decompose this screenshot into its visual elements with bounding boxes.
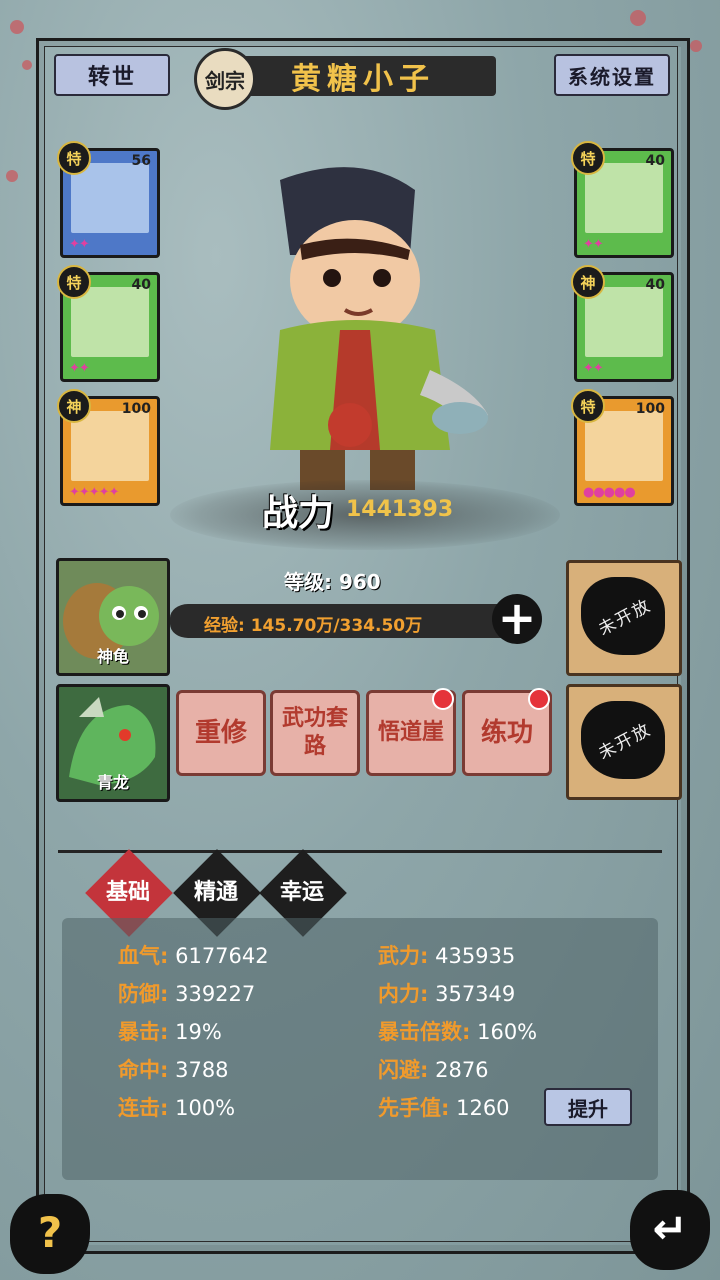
back-button[interactable]: ↵ xyxy=(630,1190,710,1270)
stat-value: 3788 xyxy=(175,1058,229,1082)
exp-text: 经验: 145.70万/334.50万 xyxy=(204,616,423,636)
add-exp-button[interactable]: + xyxy=(492,594,542,644)
stat-value: 339227 xyxy=(175,982,256,1006)
ring-icon xyxy=(71,411,149,481)
stat-right-3: 闪避: 2876 xyxy=(378,1054,489,1084)
locked-slot[interactable]: 未开放 xyxy=(566,684,682,800)
stat-right-4: 先手值: 1260 xyxy=(378,1092,510,1122)
stat-value: 6177642 xyxy=(175,944,269,968)
item-level: 56 xyxy=(131,153,151,169)
tab-basic-label: 基础 xyxy=(105,880,150,905)
equipment-slot-right-1[interactable]: 神 40 ✦✦ xyxy=(571,265,674,382)
help-icon: ? xyxy=(37,1208,63,1257)
stat-left-3: 命中: 3788 xyxy=(118,1054,229,1084)
pet-turtle[interactable]: 神龟 xyxy=(56,558,170,676)
blossom-decoration xyxy=(6,170,18,182)
armor-icon xyxy=(71,287,149,357)
boots-icon xyxy=(585,411,663,481)
stat-value: 357349 xyxy=(435,982,516,1006)
skill-label: 武功套路 xyxy=(281,706,348,759)
equipment-slot-left-0[interactable]: 特 56 ✦✦ xyxy=(57,141,160,258)
locked-slot[interactable]: 未开放 xyxy=(566,560,682,676)
item-stars: ✦✦ xyxy=(69,237,90,252)
stat-key: 命中: xyxy=(118,1058,169,1082)
sword-icon xyxy=(71,163,149,233)
item-level: 100 xyxy=(121,401,151,417)
stat-key: 先手值: xyxy=(378,1096,450,1120)
equipment-slot-right-2[interactable]: 特 100 ●●●●● xyxy=(571,389,674,506)
item-level: 40 xyxy=(131,277,151,293)
combat-power-label: 战力 xyxy=(262,493,335,534)
item-tag: 特 xyxy=(571,389,605,423)
notification-dot xyxy=(528,688,550,710)
stat-key: 闪避: xyxy=(378,1058,429,1082)
back-icon: ↵ xyxy=(652,1204,688,1253)
notification-dot xyxy=(432,688,454,710)
settings-button[interactable]: 系统设置 xyxy=(554,54,670,96)
level-text: 等级: 960 xyxy=(284,570,381,594)
combat-power-value: 1441393 xyxy=(346,497,454,522)
pet-dragon[interactable]: 青龙 xyxy=(56,684,170,802)
item-tag: 特 xyxy=(57,265,91,299)
item-stars: ✦✦ xyxy=(69,361,90,376)
stat-value: 1260 xyxy=(456,1096,510,1120)
stat-value: 2876 xyxy=(435,1058,489,1082)
stat-key: 防御: xyxy=(118,982,169,1006)
equipment-slot-left-1[interactable]: 特 40 ✦✦ xyxy=(57,265,160,382)
blossom-decoration xyxy=(22,60,32,70)
item-stars: ●●●●● xyxy=(583,485,636,500)
gourd-icon xyxy=(585,287,663,357)
item-level: 40 xyxy=(645,277,665,293)
tab-luck-label: 幸运 xyxy=(279,880,324,905)
item-tag: 神 xyxy=(57,389,91,423)
item-stars: ✦✦ xyxy=(583,237,604,252)
stat-value: 435935 xyxy=(435,944,516,968)
skill-retrain-button[interactable]: 重修 xyxy=(176,690,266,776)
stat-key: 内力: xyxy=(378,982,429,1006)
item-tag: 特 xyxy=(57,141,91,175)
item-stars: ✦✦ xyxy=(583,361,604,376)
stat-value: 100% xyxy=(175,1096,236,1120)
player-name: 黄糖小子 xyxy=(230,56,496,97)
hat-icon xyxy=(585,163,663,233)
blossom-decoration xyxy=(630,10,646,26)
stat-left-2: 暴击: 19% xyxy=(118,1016,222,1046)
tab-mastery-label: 精通 xyxy=(193,880,238,905)
stat-left-4: 连击: 100% xyxy=(118,1092,235,1122)
stat-key: 连击: xyxy=(118,1096,169,1120)
skill-label: 重修 xyxy=(194,718,247,748)
item-tag: 特 xyxy=(571,141,605,175)
stat-right-1: 内力: 357349 xyxy=(378,978,515,1008)
equipment-slot-left-2[interactable]: 神 100 ✦✦✦✦✦ xyxy=(57,389,160,506)
pet-name: 神龟 xyxy=(96,647,129,666)
hero-character xyxy=(270,167,488,490)
stat-right-2: 暴击倍数: 160% xyxy=(378,1016,537,1046)
item-level: 100 xyxy=(635,401,665,417)
stat-right-0: 武力: 435935 xyxy=(378,940,515,970)
sect-badge: 剑宗 xyxy=(194,48,256,110)
stat-key: 武力: xyxy=(378,944,429,968)
stat-value: 160% xyxy=(477,1020,538,1044)
stat-value: 19% xyxy=(175,1020,222,1044)
stat-key: 暴击倍数: xyxy=(378,1020,471,1044)
blossom-decoration xyxy=(690,40,702,52)
skill-label: 悟道崖 xyxy=(377,720,444,745)
stat-key: 血气: xyxy=(118,944,169,968)
item-stars: ✦✦✦✦✦ xyxy=(69,485,119,500)
equipment-slot-right-0[interactable]: 特 40 ✦✦ xyxy=(571,141,674,258)
skill-martial-arts-button[interactable]: 武功套路 xyxy=(270,690,360,776)
stat-key: 暴击: xyxy=(118,1020,169,1044)
rebirth-button[interactable]: 转世 xyxy=(54,54,170,96)
help-button[interactable]: ? xyxy=(10,1194,90,1274)
item-tag: 神 xyxy=(571,265,605,299)
blossom-decoration xyxy=(10,20,24,34)
divider xyxy=(58,850,662,853)
stat-left-0: 血气: 6177642 xyxy=(118,940,269,970)
upgrade-button[interactable]: 提升 xyxy=(544,1088,632,1126)
skill-label: 练功 xyxy=(480,718,533,748)
stat-left-1: 防御: 339227 xyxy=(118,978,255,1008)
pet-name: 青龙 xyxy=(96,773,129,792)
item-level: 40 xyxy=(645,153,665,169)
